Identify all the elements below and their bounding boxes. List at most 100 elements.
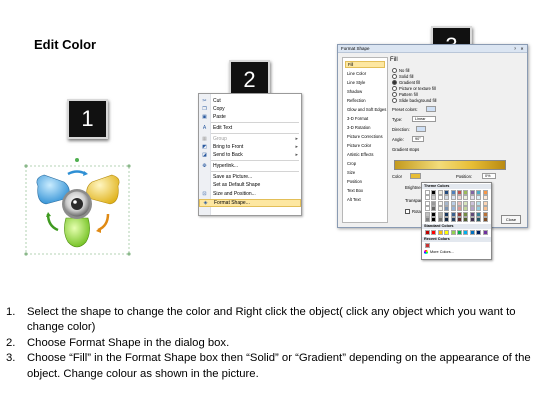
- theme-color-swatch[interactable]: [431, 206, 437, 212]
- radio-button[interactable]: [392, 91, 397, 97]
- theme-color-swatch[interactable]: [431, 190, 437, 195]
- standard-color-swatch[interactable]: [476, 230, 482, 235]
- theme-color-swatch[interactable]: [463, 206, 469, 212]
- nav-item-3d-format[interactable]: 3-D Format: [345, 115, 385, 122]
- theme-color-swatch[interactable]: [425, 190, 430, 195]
- theme-color-swatch[interactable]: [437, 200, 443, 206]
- theme-color-swatch[interactable]: [450, 200, 456, 206]
- theme-color-swatch[interactable]: [457, 206, 462, 212]
- nav-item-glow[interactable]: Glow and Soft Edges: [345, 106, 386, 113]
- nav-item-3d-rotation[interactable]: 3-D Rotation: [345, 124, 385, 131]
- theme-color-swatch[interactable]: [437, 206, 443, 212]
- theme-color-swatch[interactable]: [482, 190, 488, 195]
- theme-color-swatch[interactable]: [463, 195, 469, 201]
- menu-item-copy[interactable]: ❐ Copy: [199, 105, 301, 113]
- close-button[interactable]: Close: [501, 215, 521, 224]
- selected-shape[interactable]: [24, 158, 132, 257]
- menu-item-edit-text[interactable]: A Edit Text: [199, 124, 301, 132]
- menu-item-paste[interactable]: ▣ Paste: [199, 113, 301, 121]
- menu-item-send-to-back[interactable]: ◪ Send to Back ▸: [199, 151, 301, 159]
- theme-color-swatch[interactable]: [476, 206, 482, 212]
- theme-color-swatch[interactable]: [469, 211, 475, 217]
- theme-color-swatch[interactable]: [482, 206, 488, 212]
- nav-item-reflection[interactable]: Reflection: [345, 97, 385, 104]
- theme-color-swatch[interactable]: [482, 211, 488, 217]
- nav-item-picture-color[interactable]: Picture Color: [345, 142, 385, 149]
- theme-color-swatch[interactable]: [463, 211, 469, 217]
- theme-color-swatch[interactable]: [463, 217, 469, 222]
- standard-color-swatch[interactable]: [450, 230, 456, 235]
- theme-color-swatch[interactable]: [444, 206, 450, 212]
- standard-color-swatch[interactable]: [437, 230, 443, 235]
- theme-color-swatch[interactable]: [469, 200, 475, 206]
- theme-color-swatch[interactable]: [431, 211, 437, 217]
- theme-color-swatch[interactable]: [469, 206, 475, 212]
- standard-color-swatch[interactable]: [457, 230, 462, 235]
- theme-color-swatch[interactable]: [437, 211, 443, 217]
- menu-item-save-as-picture[interactable]: Save as Picture...: [199, 173, 301, 181]
- theme-color-swatch[interactable]: [469, 190, 475, 195]
- theme-color-swatch[interactable]: [444, 195, 450, 201]
- theme-color-swatch[interactable]: [425, 211, 430, 217]
- nav-item-picture-corrections[interactable]: Picture Corrections: [345, 133, 385, 140]
- theme-color-swatch[interactable]: [463, 200, 469, 206]
- theme-color-swatch[interactable]: [450, 195, 456, 201]
- theme-color-swatch[interactable]: [444, 190, 450, 195]
- preset-colors-dropdown[interactable]: [426, 106, 436, 112]
- theme-color-swatch[interactable]: [469, 195, 475, 201]
- theme-color-swatch[interactable]: [450, 190, 456, 195]
- theme-color-swatch[interactable]: [476, 195, 482, 201]
- type-dropdown[interactable]: Linear: [412, 116, 436, 122]
- theme-color-swatch[interactable]: [444, 211, 450, 217]
- theme-color-swatch[interactable]: [450, 206, 456, 212]
- position-input[interactable]: 0%: [482, 173, 496, 179]
- direction-dropdown[interactable]: [416, 126, 426, 132]
- theme-color-swatch[interactable]: [425, 195, 430, 201]
- theme-color-swatch[interactable]: [457, 190, 462, 195]
- theme-color-swatch[interactable]: [431, 195, 437, 201]
- standard-color-swatch[interactable]: [431, 230, 437, 235]
- theme-color-swatch[interactable]: [425, 206, 430, 212]
- menu-item-bring-to-front[interactable]: ◩ Bring to Front ▸: [199, 143, 301, 151]
- checkbox[interactable]: [405, 208, 410, 214]
- nav-item-size[interactable]: Size: [345, 169, 385, 176]
- standard-color-swatch[interactable]: [482, 230, 488, 235]
- theme-color-swatch[interactable]: [476, 211, 482, 217]
- theme-color-swatch[interactable]: [431, 200, 437, 206]
- menu-item-size-and-position[interactable]: ⊡ Size and Position...: [199, 190, 301, 198]
- theme-color-swatch[interactable]: [482, 195, 488, 201]
- nav-item-crop[interactable]: Crop: [345, 160, 385, 167]
- menu-item-group[interactable]: ▦ Group ▸: [199, 135, 301, 143]
- help-icon[interactable]: ?: [512, 46, 518, 51]
- gradient-stops-bar[interactable]: [394, 160, 506, 170]
- theme-color-swatch[interactable]: [457, 195, 462, 201]
- theme-color-swatch[interactable]: [463, 190, 469, 195]
- theme-color-swatch[interactable]: [476, 190, 482, 195]
- radio-button[interactable]: [392, 85, 397, 91]
- theme-color-swatch[interactable]: [425, 200, 430, 206]
- close-icon[interactable]: ✕: [519, 46, 525, 51]
- standard-color-swatch[interactable]: [469, 230, 475, 235]
- color-picker-button[interactable]: [410, 173, 421, 179]
- menu-item-hyperlink[interactable]: 🌐︎ Hyperlink...: [199, 162, 301, 170]
- nav-item-line-style[interactable]: Line Style: [345, 79, 385, 86]
- nav-item-position[interactable]: Position: [345, 178, 385, 185]
- nav-item-shadow[interactable]: Shadow: [345, 88, 385, 95]
- theme-color-swatch[interactable]: [469, 217, 475, 222]
- theme-color-swatch[interactable]: [457, 217, 462, 222]
- theme-color-swatch[interactable]: [482, 217, 488, 222]
- theme-color-swatch[interactable]: [444, 217, 450, 222]
- standard-color-swatch[interactable]: [463, 230, 469, 235]
- radio-button[interactable]: [392, 73, 397, 79]
- more-colors-button[interactable]: More Colors...: [424, 250, 454, 254]
- theme-color-swatch[interactable]: [457, 200, 462, 206]
- theme-color-swatch[interactable]: [457, 211, 462, 217]
- recent-color-swatch[interactable]: [425, 243, 430, 248]
- slide-background-fill-option[interactable]: Slide background fill: [392, 97, 436, 103]
- theme-color-swatch[interactable]: [437, 190, 443, 195]
- standard-color-swatch[interactable]: [425, 230, 430, 235]
- theme-color-swatch[interactable]: [482, 200, 488, 206]
- theme-color-swatch[interactable]: [425, 217, 430, 222]
- menu-item-format-shape[interactable]: ◈ Format Shape...: [199, 199, 301, 207]
- radio-button[interactable]: [392, 67, 397, 73]
